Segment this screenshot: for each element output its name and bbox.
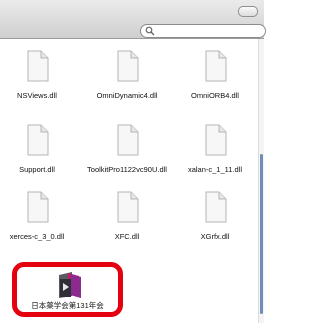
document-icon — [117, 50, 139, 82]
file-item[interactable]: ToolkitPro1122vc90U.dll — [84, 124, 170, 184]
file-item[interactable]: xalan-c_1_11.dll — [172, 124, 258, 184]
file-item[interactable]: xerces-c_3_0.dll — [0, 191, 80, 251]
file-name: xalan-c_1_11.dll — [187, 165, 243, 174]
document-icon — [205, 124, 227, 156]
search-field[interactable] — [140, 24, 266, 38]
file-name: OmniORB4.dll — [191, 91, 239, 100]
document-icon — [205, 50, 227, 82]
document-icon — [27, 50, 49, 82]
vertical-scrollbar[interactable] — [258, 39, 264, 323]
document-icon — [27, 191, 49, 223]
file-item[interactable]: XGrfx.dll — [172, 191, 258, 251]
search-icon — [145, 26, 155, 36]
file-item[interactable]: OmniDynamic4.dll — [84, 50, 170, 110]
document-icon — [117, 124, 139, 156]
file-item[interactable]: NSViews.dll — [0, 50, 80, 110]
document-icon — [27, 124, 49, 156]
app-item-highlighted[interactable]: 日本薬学会第131年会 — [12, 262, 123, 317]
finder-toolbar — [0, 0, 266, 39]
play-folder-app-icon — [59, 272, 81, 298]
file-item[interactable]: XFC.dll — [84, 191, 170, 251]
file-item[interactable]: Support.dll — [0, 124, 80, 184]
scrollbar-thumb[interactable] — [260, 154, 263, 314]
search-input[interactable] — [159, 25, 259, 37]
app-name: 日本薬学会第131年会 — [31, 301, 104, 310]
document-icon — [117, 191, 139, 223]
toolbar-toggle-button[interactable] — [238, 6, 258, 17]
document-icon — [205, 191, 227, 223]
file-item[interactable]: OmniORB4.dll — [172, 50, 258, 110]
file-name: XGrfx.dll — [200, 232, 230, 241]
